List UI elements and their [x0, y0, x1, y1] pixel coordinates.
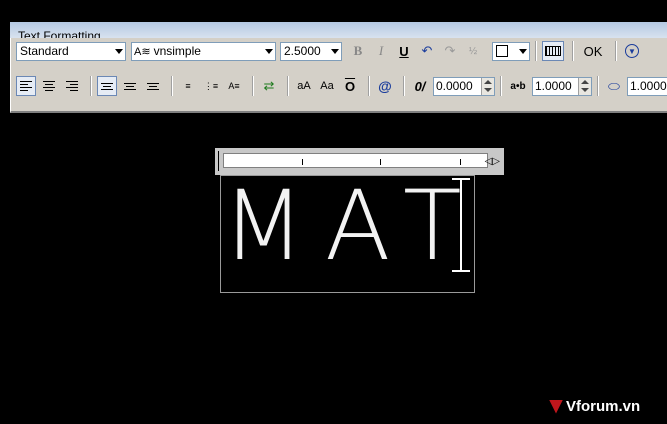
- bottom-align-icon: [147, 82, 159, 90]
- insert-field-icon: ⇄: [263, 78, 275, 93]
- numbering-button[interactable]: ≡: [178, 76, 198, 96]
- text-cursor: [460, 178, 462, 271]
- chevron-down-icon: [519, 48, 527, 54]
- tracking-icon: a•b: [510, 80, 526, 92]
- separator: [615, 41, 617, 61]
- underline-button[interactable]: U: [394, 41, 414, 61]
- ruler-tick: [380, 159, 381, 165]
- separator: [500, 76, 502, 96]
- chevron-down-icon: [331, 48, 339, 54]
- width-factor-value: 1.0000: [630, 79, 667, 93]
- width-factor-icon: ⬭: [608, 77, 620, 94]
- chevron-down-circle-icon: ▼: [625, 44, 639, 58]
- insert-field-button[interactable]: ⇄: [259, 76, 279, 96]
- top-justify-button[interactable]: [97, 76, 117, 96]
- align-left-icon: [20, 81, 32, 91]
- ruler-tick: [302, 159, 303, 165]
- spinner-arrows-icon[interactable]: [481, 77, 494, 95]
- numbered-list-icon: ≡: [185, 81, 191, 91]
- separator: [252, 76, 254, 96]
- separator: [597, 76, 599, 96]
- bottom-justify-button[interactable]: [143, 76, 163, 96]
- separator: [171, 76, 173, 96]
- align-right-icon: [66, 81, 78, 91]
- text-cursor-bottom: [452, 270, 470, 272]
- options-button[interactable]: ▼: [622, 41, 642, 61]
- align-left-button[interactable]: [16, 76, 36, 96]
- style-dropdown[interactable]: Standard: [16, 41, 126, 61]
- tracking-value: 1.0000: [535, 79, 572, 93]
- stack-icon[interactable]: ½: [463, 41, 483, 61]
- watermark: Vforum.vn: [549, 398, 640, 415]
- redo-icon[interactable]: ↷: [440, 41, 460, 61]
- separator: [403, 76, 405, 96]
- symbol-button[interactable]: @: [375, 76, 395, 96]
- align-center-icon: [43, 81, 55, 91]
- align-center-button[interactable]: [39, 76, 59, 96]
- separator: [535, 41, 537, 61]
- mtext-content: MAT: [222, 170, 482, 282]
- text-height-value: 2.5000: [284, 44, 321, 58]
- bold-button[interactable]: B: [348, 41, 368, 61]
- oblique-angle-icon: 0/: [414, 78, 426, 94]
- top-align-icon: [101, 82, 113, 90]
- color-swatch-icon: [496, 45, 508, 57]
- watermark-text: Vforum.vn: [566, 398, 641, 415]
- font-dropdown[interactable]: A≋ vnsimple: [131, 41, 276, 61]
- oblique-angle-input[interactable]: 0.0000: [433, 76, 495, 96]
- font-value: vnsimple: [153, 44, 201, 58]
- chevron-down-icon: [265, 48, 273, 54]
- vforum-logo-icon: [549, 399, 563, 414]
- ok-button[interactable]: OK: [579, 41, 607, 61]
- color-dropdown[interactable]: [492, 41, 530, 61]
- chevron-down-icon: [115, 48, 123, 54]
- toolbar-title: Text Formatting: [18, 29, 101, 38]
- ruler-bar[interactable]: [223, 153, 488, 168]
- separator: [287, 76, 289, 96]
- spinner-arrows-icon[interactable]: [578, 77, 591, 95]
- oblique-angle-value: 0.0000: [436, 79, 473, 93]
- separator: [572, 41, 574, 61]
- middle-align-icon: [124, 82, 136, 90]
- ruler-icon: [545, 46, 561, 56]
- undo-icon[interactable]: ↶: [417, 41, 437, 61]
- ruler-toggle-button[interactable]: [542, 41, 564, 61]
- align-right-button[interactable]: [62, 76, 82, 96]
- resize-width-icon[interactable]: ◁▷: [485, 156, 500, 167]
- toolbar-row-2: ≡ ⋮≡ A≡ ⇄ aA Aa O @ 0/ 0.0000 a•b 1.0000…: [16, 75, 667, 97]
- overline-icon: O: [344, 78, 356, 94]
- lowercase-button[interactable]: Aa: [317, 76, 337, 96]
- toolbar-title-bar[interactable]: Text Formatting: [10, 22, 667, 38]
- tracking-input[interactable]: 1.0000: [532, 76, 592, 96]
- style-value: Standard: [20, 44, 69, 58]
- uppercase-button[interactable]: aA: [294, 76, 314, 96]
- italic-button[interactable]: I: [371, 41, 391, 61]
- bullet-list-icon: ⋮≡: [203, 80, 219, 91]
- text-height-dropdown[interactable]: 2.5000: [280, 41, 342, 61]
- middle-justify-button[interactable]: [120, 76, 140, 96]
- lettered-list-icon: A≡: [228, 81, 240, 91]
- font-type-icon: A≋: [134, 45, 151, 58]
- toolbar-row-1: Standard A≋ vnsimple 2.5000 B I U ↶ ↷ ½ …: [16, 40, 645, 62]
- overline-button[interactable]: O: [340, 76, 360, 96]
- lettering-button[interactable]: A≡: [224, 76, 244, 96]
- separator: [368, 76, 370, 96]
- width-factor-input[interactable]: 1.0000: [627, 76, 667, 96]
- ruler-tick: [460, 159, 461, 165]
- bullets-button[interactable]: ⋮≡: [201, 76, 221, 96]
- separator: [90, 76, 92, 96]
